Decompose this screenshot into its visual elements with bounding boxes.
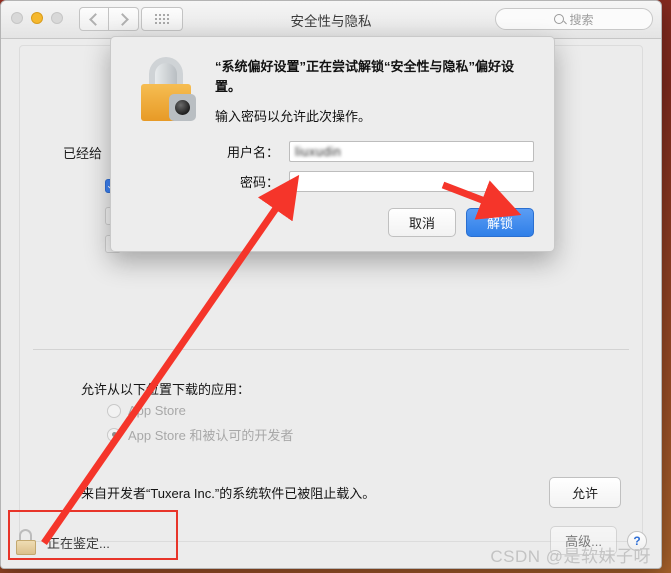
lock-status-bar[interactable]: 正在鉴定... xyxy=(15,529,110,555)
allow-button[interactable]: 允许 xyxy=(548,477,621,508)
radio-icon-app-store-and-developers xyxy=(107,427,121,442)
screenshot-root: 安全性与隐私 搜索 已经给 允许从以下位置下载的应用： App Store Ap… xyxy=(0,0,671,573)
dialog-message-bold: “系统偏好设置”正在尝试解锁“安全性与隐私”偏好设置。 xyxy=(215,59,515,95)
lock-status-text: 正在鉴定... xyxy=(47,535,110,551)
authentication-dialog: “系统偏好设置”正在尝试解锁“安全性与隐私”偏好设置。 输入密码以允许此次操作。… xyxy=(110,36,555,252)
radio-label-app-store-and-developers: App Store 和被认可的开发者 xyxy=(128,428,294,443)
unlock-button[interactable]: 解锁 xyxy=(465,208,534,238)
credentials-form: 用户名： liuxudin 密码： xyxy=(111,141,554,193)
search-placeholder: 搜索 xyxy=(569,12,594,27)
download-source-label: 允许从以下位置下载的应用： xyxy=(81,382,251,397)
developer-blocked-row: 来自开发者“Tuxera Inc.”的系统软件已被阻止载入。 允许 xyxy=(81,477,621,508)
radio-label-app-store: App Store xyxy=(128,403,186,418)
lock-open-icon xyxy=(15,529,37,555)
lock-gear-icon xyxy=(135,55,197,121)
search-icon xyxy=(554,14,565,24)
username-row: 用户名： liuxudin xyxy=(111,141,534,163)
developer-blocked-text: 来自开发者“Tuxera Inc.”的系统软件已被阻止载入。 xyxy=(81,486,376,501)
radio-app-store[interactable]: App Store xyxy=(107,403,186,418)
watermark: CSDN @是软妹子呀 xyxy=(490,547,651,566)
radio-app-store-and-developers[interactable]: App Store 和被认可的开发者 xyxy=(107,425,293,444)
cancel-button[interactable]: 取消 xyxy=(387,208,456,238)
dialog-message-sub: 输入密码以允许此次操作。 xyxy=(215,109,372,125)
password-row: 密码： xyxy=(111,171,534,193)
section-divider xyxy=(33,349,629,350)
window-titlebar: 安全性与隐私 搜索 xyxy=(1,1,661,39)
radio-icon-app-store xyxy=(107,403,121,418)
dialog-actions: 取消 解锁 xyxy=(111,201,554,238)
search-input[interactable]: 搜索 xyxy=(495,8,653,30)
username-field[interactable]: liuxudin xyxy=(289,141,534,163)
password-field[interactable] xyxy=(289,171,534,193)
obscured-label: 已经给 xyxy=(63,146,103,161)
dialog-message: “系统偏好设置”正在尝试解锁“安全性与隐私”偏好设置。 输入密码以允许此次操作。 xyxy=(215,55,534,127)
password-label: 密码： xyxy=(239,175,279,191)
dialog-header: “系统偏好设置”正在尝试解锁“安全性与隐私”偏好设置。 输入密码以允许此次操作。 xyxy=(111,37,554,127)
username-label: 用户名： xyxy=(226,145,279,161)
username-value: liuxudin xyxy=(295,144,342,159)
